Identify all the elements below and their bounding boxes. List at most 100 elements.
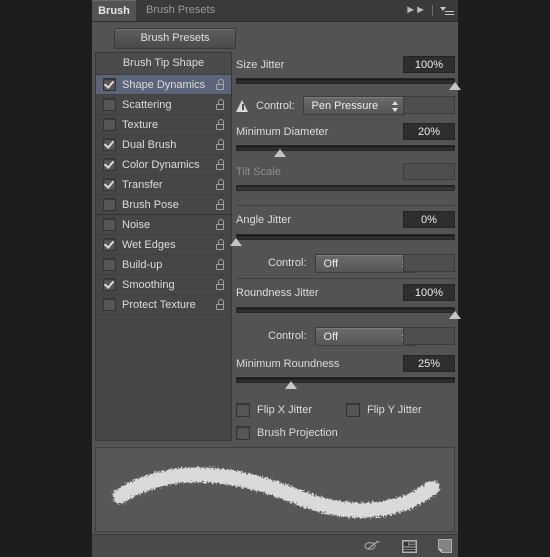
minimum-roundness-knob[interactable] bbox=[284, 381, 297, 389]
angle-jitter-knob[interactable] bbox=[230, 238, 242, 246]
panel-footer bbox=[92, 534, 458, 557]
brush-projection-checkbox[interactable] bbox=[236, 425, 250, 440]
brush-tip-shape-header[interactable]: Brush Tip Shape bbox=[96, 53, 231, 75]
brush-option-smoothing[interactable]: Smoothing bbox=[96, 275, 231, 295]
panel-tab-bar: Brush Brush Presets ►► bbox=[92, 0, 458, 22]
size-jitter-knob[interactable] bbox=[449, 82, 461, 90]
roundness-control-extra-field[interactable] bbox=[403, 327, 455, 345]
brush-option-checkbox[interactable] bbox=[103, 298, 116, 311]
unlocked-icon[interactable] bbox=[214, 138, 225, 151]
roundness-control-value: Off bbox=[323, 330, 339, 343]
brush-option-checkbox[interactable] bbox=[103, 98, 116, 111]
panel-menu-icon[interactable] bbox=[440, 5, 454, 16]
brush-option-checkbox[interactable] bbox=[103, 78, 116, 91]
brush-option-texture[interactable]: Texture bbox=[96, 115, 231, 135]
size-jitter-track[interactable] bbox=[236, 78, 455, 84]
brush-option-label: Protect Texture bbox=[122, 298, 196, 311]
roundness-jitter-track[interactable] bbox=[236, 307, 455, 313]
brush-option-noise[interactable]: Noise bbox=[96, 215, 231, 235]
flip-x-jitter-option[interactable]: Flip X Jitter bbox=[236, 402, 312, 417]
panel-header-icons: ►► bbox=[405, 0, 454, 21]
angle-jitter-track[interactable] bbox=[236, 234, 455, 240]
brush-option-checkbox[interactable] bbox=[103, 278, 116, 291]
brush-option-build-up[interactable]: Build-up bbox=[96, 255, 231, 275]
angle-jitter-value[interactable]: 0% bbox=[403, 211, 455, 228]
brush-option-checkbox[interactable] bbox=[103, 178, 116, 191]
flip-jitter-row: Flip X Jitter Flip Y Jitter bbox=[236, 398, 455, 421]
brush-option-checkbox[interactable] bbox=[103, 198, 116, 211]
toggle-brush-preview-icon[interactable] bbox=[364, 539, 381, 553]
unlocked-icon[interactable] bbox=[214, 178, 225, 191]
brush-option-checkbox[interactable] bbox=[103, 158, 116, 171]
tab-brush[interactable]: Brush bbox=[92, 0, 136, 21]
size-control-extra-field[interactable] bbox=[403, 96, 455, 114]
unlocked-icon[interactable] bbox=[214, 158, 225, 171]
roundness-control-select[interactable]: Off bbox=[314, 326, 416, 346]
brush-option-checkbox[interactable] bbox=[103, 218, 116, 231]
brush-option-shape-dynamics[interactable]: Shape Dynamics bbox=[96, 75, 231, 95]
flip-y-jitter-option[interactable]: Flip Y Jitter bbox=[346, 402, 422, 417]
flip-y-jitter-checkbox[interactable] bbox=[346, 402, 360, 417]
brush-option-wet-edges[interactable]: Wet Edges bbox=[96, 235, 231, 255]
unlocked-icon[interactable] bbox=[214, 78, 225, 91]
size-jitter-label: Size Jitter bbox=[236, 59, 285, 71]
unlocked-icon[interactable] bbox=[214, 198, 225, 211]
minimum-roundness-value[interactable]: 25% bbox=[403, 355, 455, 372]
flip-x-jitter-checkbox[interactable] bbox=[236, 402, 250, 417]
unlocked-icon[interactable] bbox=[214, 98, 225, 111]
unlocked-icon[interactable] bbox=[214, 298, 225, 311]
shape-dynamics-settings: Size Jitter 100% Control: Pen Pressure M… bbox=[230, 52, 461, 444]
unlocked-icon[interactable] bbox=[214, 258, 225, 271]
brush-option-label: Color Dynamics bbox=[122, 158, 200, 171]
brush-presets-button[interactable]: Brush Presets bbox=[114, 28, 236, 49]
roundness-jitter-value[interactable]: 100% bbox=[403, 284, 455, 301]
angle-control-select[interactable]: Off bbox=[314, 253, 416, 273]
minimum-diameter-value[interactable]: 20% bbox=[403, 123, 455, 140]
size-control-select[interactable]: Pen Pressure bbox=[302, 96, 406, 115]
minimum-roundness-slider[interactable] bbox=[236, 376, 455, 391]
minimum-diameter-slider[interactable] bbox=[236, 144, 455, 159]
brush-option-checkbox[interactable] bbox=[103, 238, 116, 251]
size-jitter-slider[interactable] bbox=[236, 77, 461, 92]
tilt-scale-track bbox=[236, 185, 455, 191]
roundness-control-row: Control: Off bbox=[236, 321, 455, 351]
roundness-jitter-knob[interactable] bbox=[449, 311, 461, 319]
new-brush-preset-icon[interactable] bbox=[438, 539, 452, 553]
brush-option-transfer[interactable]: Transfer bbox=[96, 175, 231, 195]
brush-option-protect-texture[interactable]: Protect Texture bbox=[96, 295, 231, 315]
brush-option-brush-pose[interactable]: Brush Pose bbox=[96, 195, 231, 215]
brush-projection-label: Brush Projection bbox=[257, 426, 338, 439]
unlocked-icon[interactable] bbox=[214, 218, 225, 231]
brush-options-container: Shape Dynamics Scattering Texture Dual Brus… bbox=[96, 75, 231, 315]
brush-option-checkbox[interactable] bbox=[103, 118, 116, 131]
angle-jitter-section: Angle Jitter 0% Control: Off bbox=[230, 206, 455, 279]
brush-presets-grid-icon[interactable] bbox=[402, 539, 417, 553]
brush-option-label: Noise bbox=[122, 218, 151, 231]
brush-option-label: Transfer bbox=[122, 178, 163, 191]
minimum-diameter-row: Minimum Diameter 20% bbox=[236, 119, 455, 145]
angle-control-label: Control: bbox=[268, 257, 307, 269]
brush-option-label: Texture bbox=[122, 118, 159, 131]
brush-option-checkbox[interactable] bbox=[103, 258, 116, 271]
tab-brush-presets[interactable]: Brush Presets bbox=[136, 0, 225, 21]
size-jitter-value[interactable]: 100% bbox=[403, 56, 455, 73]
roundness-jitter-slider[interactable] bbox=[236, 306, 461, 321]
minimum-roundness-row: Minimum Roundness 25% bbox=[236, 351, 455, 377]
brush-projection-row: Brush Projection bbox=[236, 421, 455, 444]
brush-option-scattering[interactable]: Scattering bbox=[96, 95, 231, 115]
brush-option-color-dynamics[interactable]: Color Dynamics bbox=[96, 155, 231, 175]
brush-stroke-graphic bbox=[112, 467, 440, 518]
brush-option-checkbox[interactable] bbox=[103, 138, 116, 151]
minimum-diameter-track[interactable] bbox=[236, 145, 455, 151]
unlocked-icon[interactable] bbox=[214, 118, 225, 131]
angle-control-extra-field[interactable] bbox=[403, 254, 455, 272]
brush-projection-option[interactable]: Brush Projection bbox=[236, 425, 338, 440]
brush-option-dual-brush[interactable]: Dual Brush bbox=[96, 135, 231, 155]
angle-jitter-slider[interactable] bbox=[230, 233, 455, 248]
minimum-roundness-track[interactable] bbox=[236, 377, 455, 383]
minimum-diameter-knob[interactable] bbox=[273, 149, 286, 157]
unlocked-icon[interactable] bbox=[214, 238, 225, 251]
unlocked-icon[interactable] bbox=[214, 278, 225, 291]
double-chevron-right-icon[interactable]: ►► bbox=[405, 5, 426, 16]
footer-icon-group bbox=[364, 535, 452, 557]
